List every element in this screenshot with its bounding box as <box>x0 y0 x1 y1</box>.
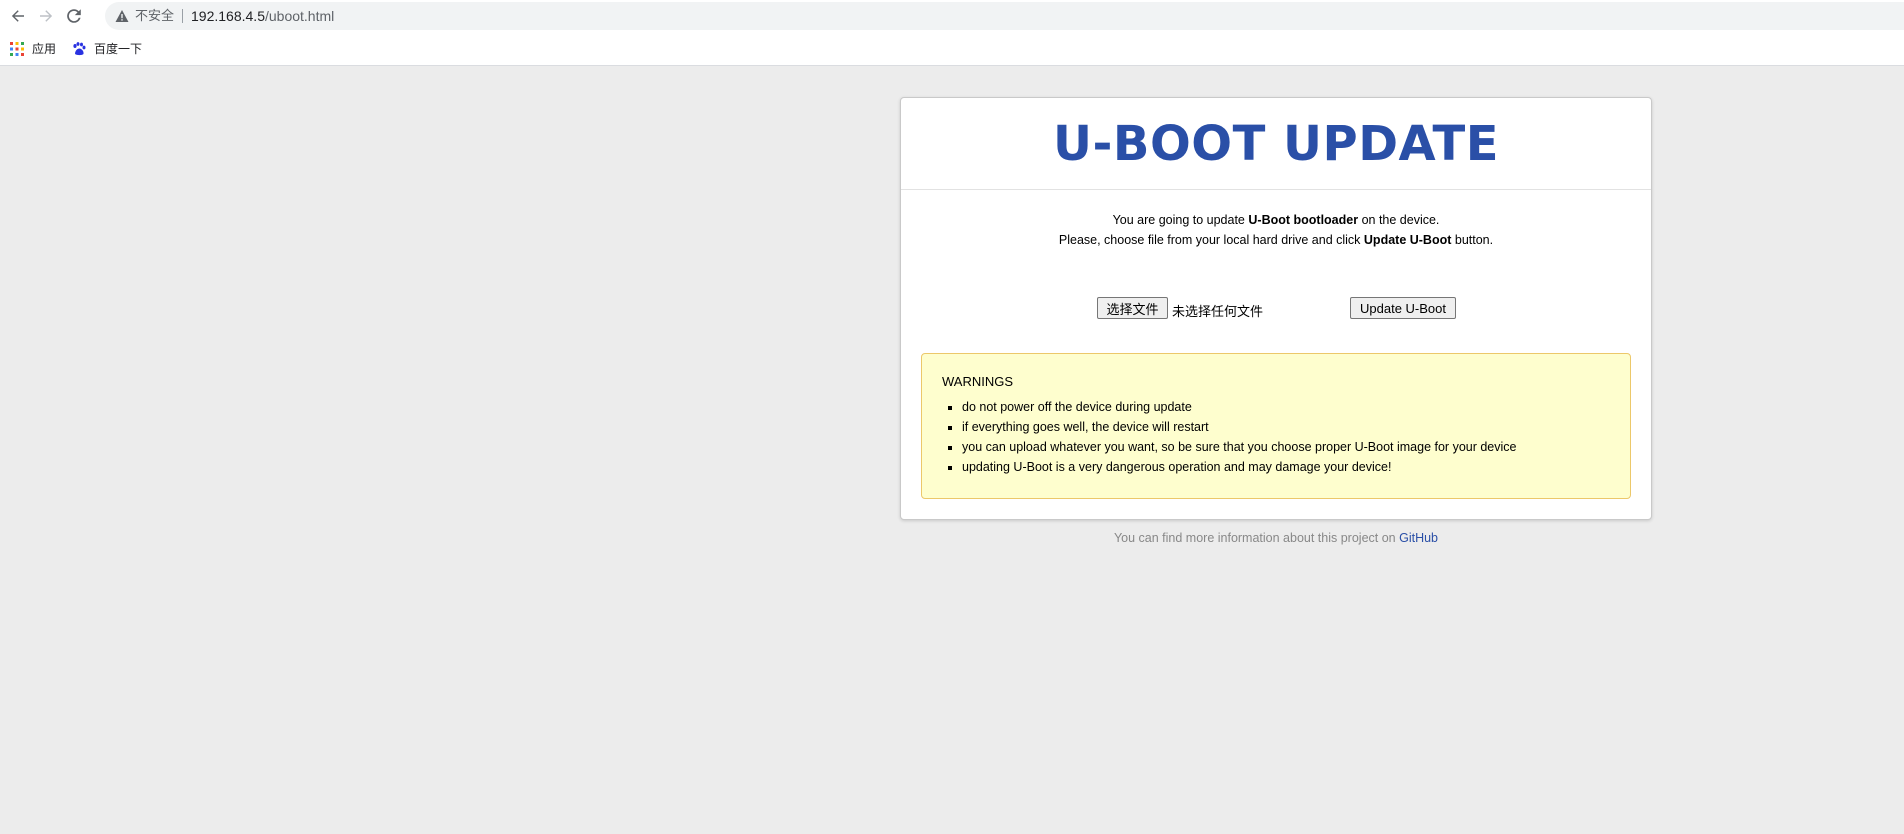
arrow-left-icon <box>11 10 24 22</box>
browser-toolbar: 不安全 192.168.4.5/uboot.html <box>0 0 1904 32</box>
intro-line-2-post: button. <box>1451 233 1494 247</box>
arrow-right-icon <box>40 10 53 22</box>
bookmarks-bar: 应用 百度一下 <box>0 32 1904 66</box>
reload-icon <box>67 9 81 23</box>
card-header: U-BOOT UPDATE <box>901 98 1651 190</box>
bookmark-apps-label: 应用 <box>32 42 57 56</box>
list-item: if everything goes well, the device will… <box>962 417 1610 437</box>
file-status-text: 未选择任何文件 <box>1172 305 1264 320</box>
list-item: do not power off the device during updat… <box>962 397 1610 417</box>
update-uboot-button[interactable]: Update U-Boot <box>1350 297 1456 319</box>
footer: You can find more information about this… <box>900 531 1652 545</box>
list-item: you can upload whatever you want, so be … <box>962 437 1610 457</box>
footer-text: You can find more information about this… <box>1113 531 1400 545</box>
reload-button[interactable] <box>64 6 84 26</box>
intro-line-2-pre: Please, choose file from your local hard… <box>1058 233 1364 247</box>
bookmark-baidu[interactable]: 百度一下 <box>72 40 142 57</box>
url-path: /uboot.html <box>264 8 335 24</box>
update-card: U-BOOT UPDATE You are going to update U-… <box>900 97 1652 520</box>
intro-line-2-bold: Update U-Boot <box>1363 233 1452 247</box>
address-bar[interactable]: 不安全 192.168.4.5/uboot.html <box>105 2 1904 30</box>
bookmark-baidu-label: 百度一下 <box>94 42 143 56</box>
warning-triangle-icon <box>115 9 129 23</box>
back-button[interactable] <box>8 6 28 26</box>
warnings-box: WARNINGS do not power off the device dur… <box>921 353 1631 499</box>
intro-line-1-bold: U-Boot bootloader <box>1248 213 1359 227</box>
intro-line-1-pre: You are going to update <box>1112 213 1249 227</box>
apps-grid-icon <box>10 41 24 56</box>
forward-button[interactable] <box>36 6 56 26</box>
url-text[interactable]: 192.168.4.5/uboot.html <box>191 8 334 24</box>
list-item: updating U-Boot is a very dangerous oper… <box>962 457 1610 477</box>
intro-text: You are going to update U-Boot bootloade… <box>901 210 1651 250</box>
github-link[interactable]: GitHub <box>1399 531 1438 545</box>
page-title: U-BOOT UPDATE <box>1053 115 1499 172</box>
intro-line-1: You are going to update U-Boot bootloade… <box>901 210 1651 230</box>
security-label[interactable]: 不安全 <box>135 9 184 23</box>
baidu-paw-icon <box>73 41 86 55</box>
warnings-title: WARNINGS <box>942 374 1014 389</box>
url-host: 192.168.4.5 <box>191 8 265 24</box>
intro-line-2: Please, choose file from your local hard… <box>901 230 1651 250</box>
upload-form: 选择文件 未选择任何文件 Update U-Boot <box>901 292 1651 322</box>
bookmark-apps[interactable]: 应用 <box>10 40 56 57</box>
choose-file-button[interactable]: 选择文件 <box>1097 297 1168 319</box>
warnings-list: do not power off the device during updat… <box>942 397 1610 477</box>
intro-line-1-post: on the device. <box>1358 213 1440 227</box>
